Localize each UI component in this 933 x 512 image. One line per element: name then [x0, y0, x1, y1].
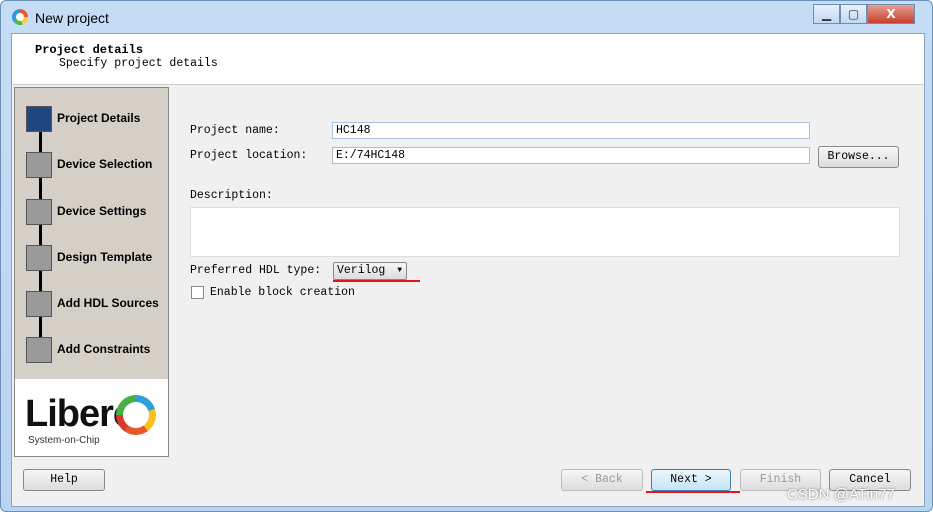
hdl-type-value: Verilog	[337, 264, 386, 277]
hdl-type-select[interactable]: Verilog ▼	[333, 262, 407, 280]
step-add-hdl-sources: Add HDL Sources	[26, 291, 166, 317]
step-marker	[26, 337, 52, 363]
step-add-constraints: Add Constraints	[26, 337, 166, 363]
step-project-details: Project Details	[26, 106, 166, 132]
step-marker	[26, 245, 52, 271]
close-button[interactable]: X	[867, 4, 915, 24]
step-marker	[26, 199, 52, 225]
logo-tagline: System-on-Chip	[28, 435, 100, 446]
window-title: New project	[35, 10, 109, 26]
wizard-steps: Project Details Device Selection Device …	[14, 87, 169, 457]
step-label: Project Details	[57, 111, 141, 125]
libero-logo: Libero System-on-Chip	[15, 379, 168, 456]
step-label: Add HDL Sources	[57, 296, 159, 310]
description-input[interactable]	[190, 207, 900, 257]
project-name-label: Project name:	[190, 124, 280, 137]
step-device-selection: Device Selection	[26, 152, 166, 178]
annotation-underline	[333, 280, 420, 282]
step-label: Add Constraints	[57, 342, 151, 356]
hdl-type-label: Preferred HDL type:	[190, 264, 322, 277]
project-location-input[interactable]: E:/74HC148	[332, 147, 810, 164]
next-button[interactable]: Next >	[651, 469, 731, 491]
project-location-label: Project location:	[190, 149, 308, 162]
step-label: Design Template	[57, 250, 153, 264]
step-design-template: Design Template	[26, 245, 166, 271]
maximize-button[interactable]: ▢	[840, 4, 867, 24]
minimize-button[interactable]: ▁	[813, 4, 840, 24]
dialog-client: Project details Specify project details …	[11, 33, 925, 507]
back-button[interactable]: < Back	[561, 469, 643, 491]
project-name-input[interactable]: HC148	[332, 122, 810, 139]
chevron-down-icon: ▼	[397, 266, 402, 275]
page-header: Project details Specify project details	[12, 34, 924, 85]
description-label: Description:	[190, 189, 273, 202]
watermark: CSDN @ATin77	[787, 486, 895, 503]
browse-button[interactable]: Browse...	[818, 146, 899, 168]
step-device-settings: Device Settings	[26, 199, 166, 225]
page-title: Project details	[35, 43, 144, 57]
step-marker	[26, 291, 52, 317]
app-icon	[12, 9, 28, 25]
help-button[interactable]: Help	[23, 469, 105, 491]
enable-block-creation-checkbox[interactable]	[191, 286, 204, 299]
annotation-underline	[646, 491, 740, 493]
power-ring-icon	[116, 395, 156, 435]
step-label: Device Selection	[57, 157, 153, 171]
page-subtitle: Specify project details	[59, 57, 218, 70]
step-marker	[26, 152, 52, 178]
enable-block-creation-label: Enable block creation	[210, 286, 355, 299]
step-marker	[26, 106, 52, 132]
step-label: Device Settings	[57, 204, 147, 218]
